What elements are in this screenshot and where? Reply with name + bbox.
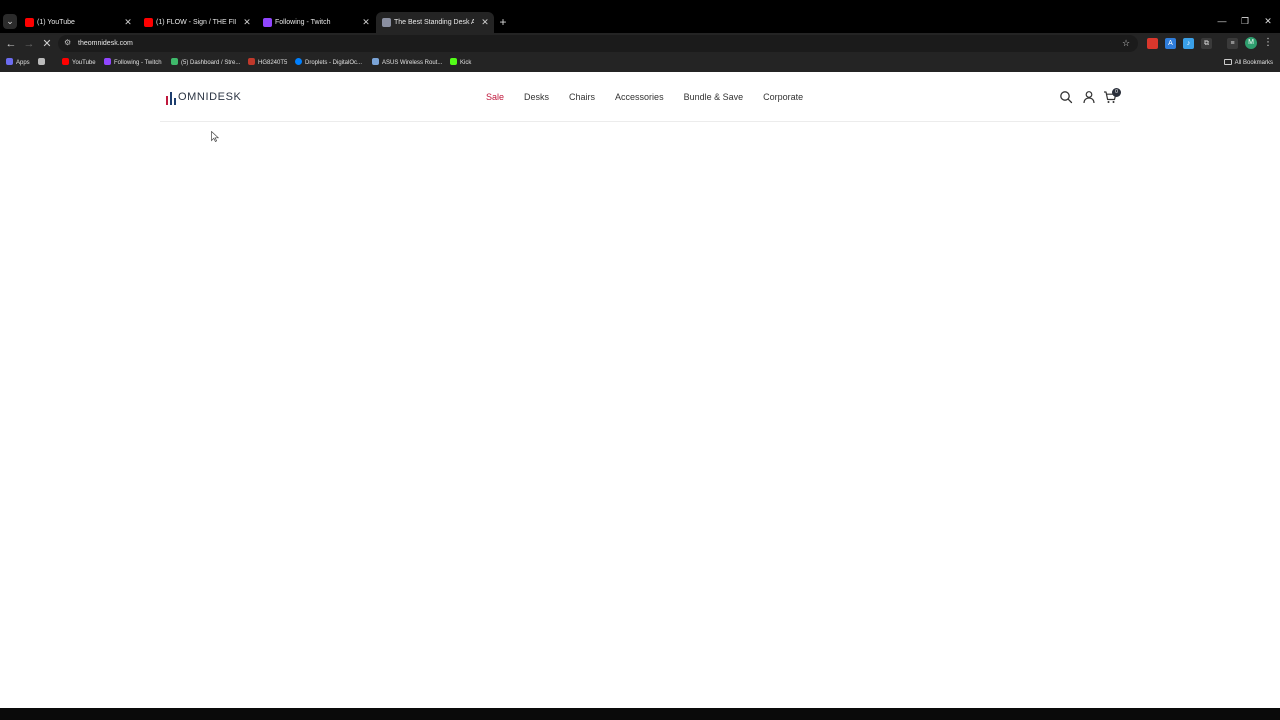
back-icon[interactable]: ← xyxy=(3,36,19,52)
logo-mark-icon xyxy=(165,89,177,105)
tab-search-button[interactable]: ⌄ xyxy=(3,14,17,29)
nav-bundle-save[interactable]: Bundle & Save xyxy=(684,90,744,104)
url-text[interactable]: theomnidesk.com xyxy=(78,39,133,48)
profile-avatar[interactable]: M xyxy=(1245,37,1257,49)
page-viewport: OMNIDESK Sale Desks Chairs Accessories B… xyxy=(0,72,1280,708)
tab-title: Following - Twitch xyxy=(275,19,331,26)
bookmark-dashboard[interactable]: (5) Dashboard / Stre... xyxy=(171,57,240,69)
nav-sale[interactable]: Sale xyxy=(486,90,504,104)
youtube-icon xyxy=(144,18,153,27)
site-header: OMNIDESK Sale Desks Chairs Accessories B… xyxy=(160,72,1121,122)
tab-groups-icon xyxy=(38,58,45,65)
bookmark-router[interactable]: HG8240T5 xyxy=(248,57,287,69)
extension-red-icon[interactable] xyxy=(1147,38,1158,49)
omnidesk-icon xyxy=(382,18,391,27)
taskbar-edge xyxy=(0,708,1280,720)
bookmarks-bar: Apps YouTube Following - Twitch (5) Dash… xyxy=(0,54,1280,72)
asus-icon xyxy=(372,58,379,65)
bookmark-twitch[interactable]: Following - Twitch xyxy=(104,57,162,69)
nav-desks[interactable]: Desks xyxy=(524,90,549,104)
close-window-icon[interactable]: ✕ xyxy=(1261,14,1275,28)
router-icon xyxy=(248,58,255,65)
nav-accessories[interactable]: Accessories xyxy=(615,90,664,104)
bookmark-label: Droplets - DigitalOc... xyxy=(305,60,363,66)
close-icon[interactable]: ✕ xyxy=(242,16,252,28)
bookmark-kick[interactable]: Kick xyxy=(450,57,471,69)
minimize-icon[interactable]: — xyxy=(1215,14,1229,28)
twitch-icon xyxy=(104,58,111,65)
browser-tab[interactable]: Following - Twitch ✕ xyxy=(257,12,375,33)
bookmark-apps[interactable]: Apps xyxy=(6,57,30,69)
browser-tab-active[interactable]: The Best Standing Desk And Ergonomic ✕ xyxy=(376,12,494,33)
mouse-cursor-icon xyxy=(211,131,219,142)
close-icon[interactable]: ✕ xyxy=(123,16,133,28)
extension-translate-icon[interactable]: A xyxy=(1165,38,1176,49)
kick-icon xyxy=(450,58,457,65)
bookmark-youtube[interactable]: YouTube xyxy=(62,57,96,69)
account-icon[interactable] xyxy=(1082,90,1096,104)
close-icon[interactable]: ✕ xyxy=(361,16,371,28)
site-info-icon[interactable]: ⚙ xyxy=(64,38,74,48)
logo-text: OMNIDESK xyxy=(178,91,242,103)
twitch-icon xyxy=(263,18,272,27)
browser-tab-strip: ⌄ (1) YouTube ✕ (1) FLOW - Sign / THE FI… xyxy=(0,0,1280,33)
youtube-icon xyxy=(62,58,69,65)
tab-title: The Best Standing Desk And Ergonomic xyxy=(394,19,474,26)
bookmark-tab-groups[interactable] xyxy=(38,57,48,69)
bookmark-star-icon[interactable]: ☆ xyxy=(1122,38,1132,48)
stop-loading-icon[interactable]: ✕ xyxy=(39,36,55,52)
extension-audio-icon[interactable]: ♪ xyxy=(1183,38,1194,49)
bookmark-digitalocean[interactable]: Droplets - DigitalOc... xyxy=(295,57,362,69)
menu-kebab-icon[interactable]: ⋮ xyxy=(1263,37,1273,49)
search-icon[interactable] xyxy=(1059,90,1073,104)
bookmark-label: YouTube xyxy=(72,60,96,66)
browser-tab[interactable]: (1) YouTube ✕ xyxy=(19,12,137,33)
bookmark-label: (5) Dashboard / Stre... xyxy=(181,60,241,66)
digitalocean-icon xyxy=(295,58,302,65)
bookmark-label: HG8240T5 xyxy=(258,60,288,66)
tab-title: (1) YouTube xyxy=(37,19,75,26)
nav-chairs[interactable]: Chairs xyxy=(569,90,595,104)
main-nav: Sale Desks Chairs Accessories Bundle & S… xyxy=(486,90,803,104)
forward-icon[interactable]: → xyxy=(21,36,37,52)
nav-corporate[interactable]: Corporate xyxy=(763,90,803,104)
bookmark-label: Following - Twitch xyxy=(114,60,162,66)
bookmark-label: Apps xyxy=(16,60,30,66)
omnidesk-logo[interactable]: OMNIDESK xyxy=(165,88,241,106)
bookmark-label: Kick xyxy=(460,60,472,66)
address-bar[interactable]: ⚙ theomnidesk.com ☆ xyxy=(58,35,1138,52)
tab-title: (1) FLOW - Sign / THE FIRST TAKE xyxy=(156,19,236,26)
youtube-icon xyxy=(25,18,34,27)
cart-count-badge: 0 xyxy=(1112,88,1121,97)
apps-grid-icon xyxy=(6,58,13,65)
dashboard-icon xyxy=(171,58,178,65)
folder-icon xyxy=(1223,59,1232,65)
all-bookmarks-label: All Bookmarks xyxy=(1234,60,1273,66)
close-icon[interactable]: ✕ xyxy=(480,16,490,28)
browser-toolbar: ← → ✕ ⚙ theomnidesk.com ☆ A ♪ ⧉ ≡ M ⋮ xyxy=(0,33,1280,54)
restore-icon[interactable]: ❐ xyxy=(1238,14,1252,28)
browser-tab[interactable]: (1) FLOW - Sign / THE FIRST TAKE ✕ xyxy=(138,12,256,33)
puzzle-icon[interactable]: ⧉ xyxy=(1201,38,1212,49)
all-bookmarks[interactable]: All Bookmarks xyxy=(1223,57,1273,69)
bookmark-asus[interactable]: ASUS Wireless Rout... xyxy=(372,57,442,69)
bookmark-label: ASUS Wireless Rout... xyxy=(382,60,443,66)
media-icon[interactable]: ≡ xyxy=(1227,38,1238,49)
new-tab-button[interactable]: + xyxy=(496,15,510,29)
